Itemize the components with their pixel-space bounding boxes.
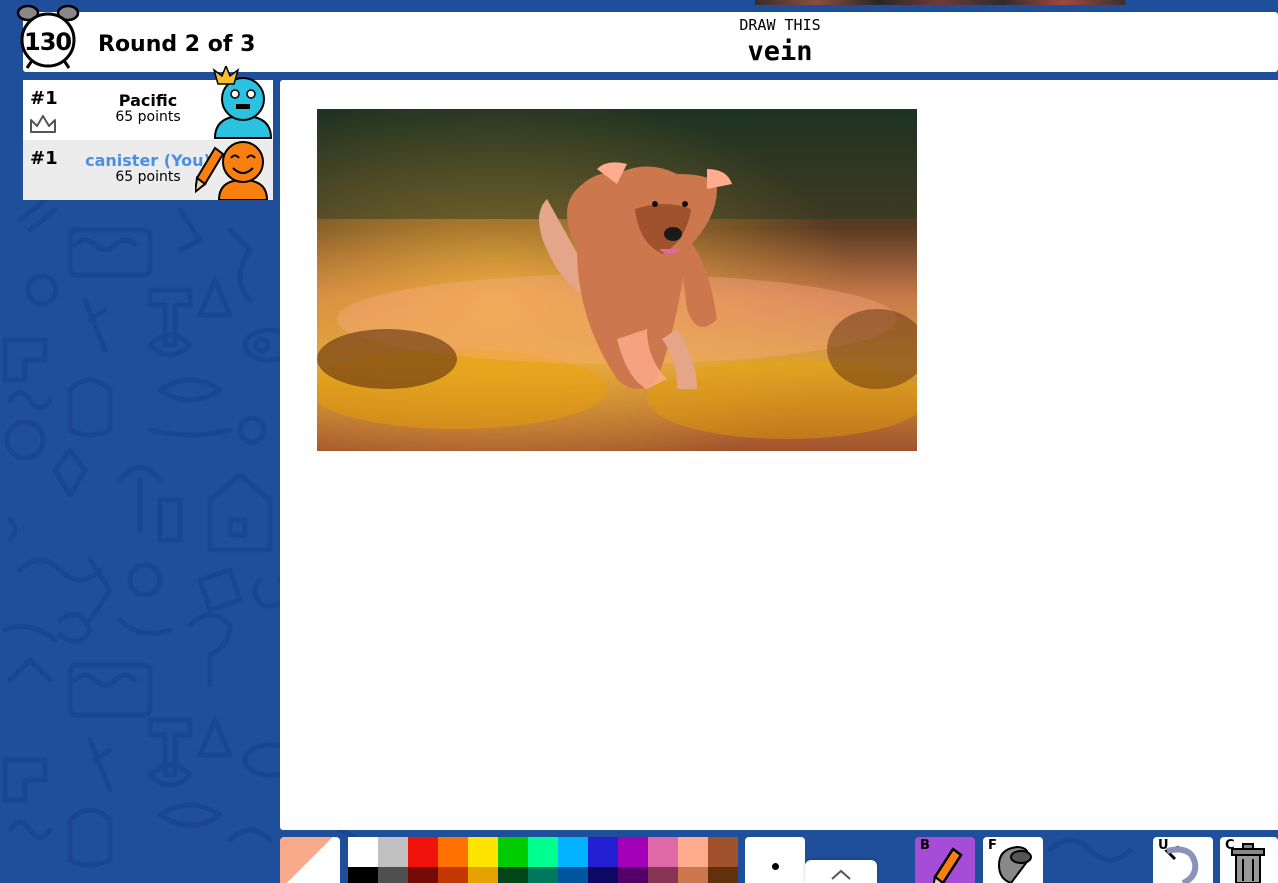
- color-swatch[interactable]: [678, 867, 708, 883]
- tool-hotkey: U: [1158, 838, 1169, 853]
- color-swatch[interactable]: [378, 867, 408, 883]
- color-swatch[interactable]: [618, 837, 648, 867]
- color-swatch[interactable]: [558, 837, 588, 867]
- color-swatch[interactable]: [498, 837, 528, 867]
- brush-tool-button[interactable]: B: [915, 837, 975, 883]
- brush-size-dot: [772, 863, 779, 870]
- color-swatch[interactable]: [528, 867, 558, 883]
- player-row[interactable]: #1 canister (You) 65 points: [23, 140, 273, 200]
- drawing-canvas[interactable]: [280, 80, 1278, 830]
- color-swatch[interactable]: [678, 837, 708, 867]
- player-points: 65 points: [115, 169, 181, 185]
- player-rank: #1: [30, 88, 58, 109]
- clear-button[interactable]: C: [1220, 837, 1278, 883]
- player-list: #1 Pacific 65 points #1 canister (You) 6…: [23, 66, 273, 200]
- color-swatch[interactable]: [438, 837, 468, 867]
- color-swatch[interactable]: [498, 867, 528, 883]
- color-swatch[interactable]: [468, 867, 498, 883]
- round-indicator: Round 2 of 3: [98, 32, 256, 57]
- player-row[interactable]: #1 Pacific 65 points: [23, 66, 273, 140]
- player-points: 65 points: [115, 109, 181, 125]
- dog-drawing: [317, 109, 917, 451]
- tool-hotkey: C: [1225, 838, 1235, 853]
- prompt-word: vein: [747, 36, 813, 67]
- color-palette: [348, 837, 738, 883]
- timer-value: 130: [24, 28, 72, 56]
- expand-toolbar-button[interactable]: [805, 860, 877, 883]
- color-swatch[interactable]: [408, 837, 438, 867]
- color-swatch[interactable]: [708, 837, 738, 867]
- player-rank: #1: [30, 148, 58, 169]
- color-swatch[interactable]: [558, 867, 588, 883]
- color-swatch[interactable]: [378, 837, 408, 867]
- color-swatch[interactable]: [438, 867, 468, 883]
- player-name: canister (You): [85, 151, 211, 170]
- pencil-icon: [195, 146, 225, 194]
- color-swatch[interactable]: [588, 837, 618, 867]
- fill-tool-button[interactable]: F: [983, 837, 1043, 883]
- color-swatch[interactable]: [528, 837, 558, 867]
- avatar: [212, 66, 273, 139]
- tool-hotkey: B: [920, 838, 930, 853]
- tool-hotkey: F: [988, 838, 997, 853]
- color-swatch[interactable]: [648, 837, 678, 867]
- color-swatch[interactable]: [648, 867, 678, 883]
- top-ad-strip: [755, 0, 1125, 5]
- color-swatch[interactable]: [708, 867, 738, 883]
- prompt-label: DRAW THIS: [739, 16, 821, 34]
- crown-icon: [30, 115, 56, 133]
- header-bar: 130 Round 2 of 3 DRAW THIS vein: [16, 4, 1278, 72]
- color-swatch[interactable]: [348, 837, 378, 867]
- color-swatch[interactable]: [588, 867, 618, 883]
- player-name: Pacific: [118, 91, 178, 110]
- color-swatch[interactable]: [408, 867, 438, 883]
- undo-button[interactable]: U: [1153, 837, 1213, 883]
- brush-size-button[interactable]: [745, 837, 805, 883]
- current-color-swatch[interactable]: [280, 837, 340, 883]
- color-swatch[interactable]: [618, 867, 648, 883]
- chevron-up-icon: [831, 869, 851, 880]
- color-swatch[interactable]: [348, 867, 378, 883]
- color-swatch[interactable]: [468, 837, 498, 867]
